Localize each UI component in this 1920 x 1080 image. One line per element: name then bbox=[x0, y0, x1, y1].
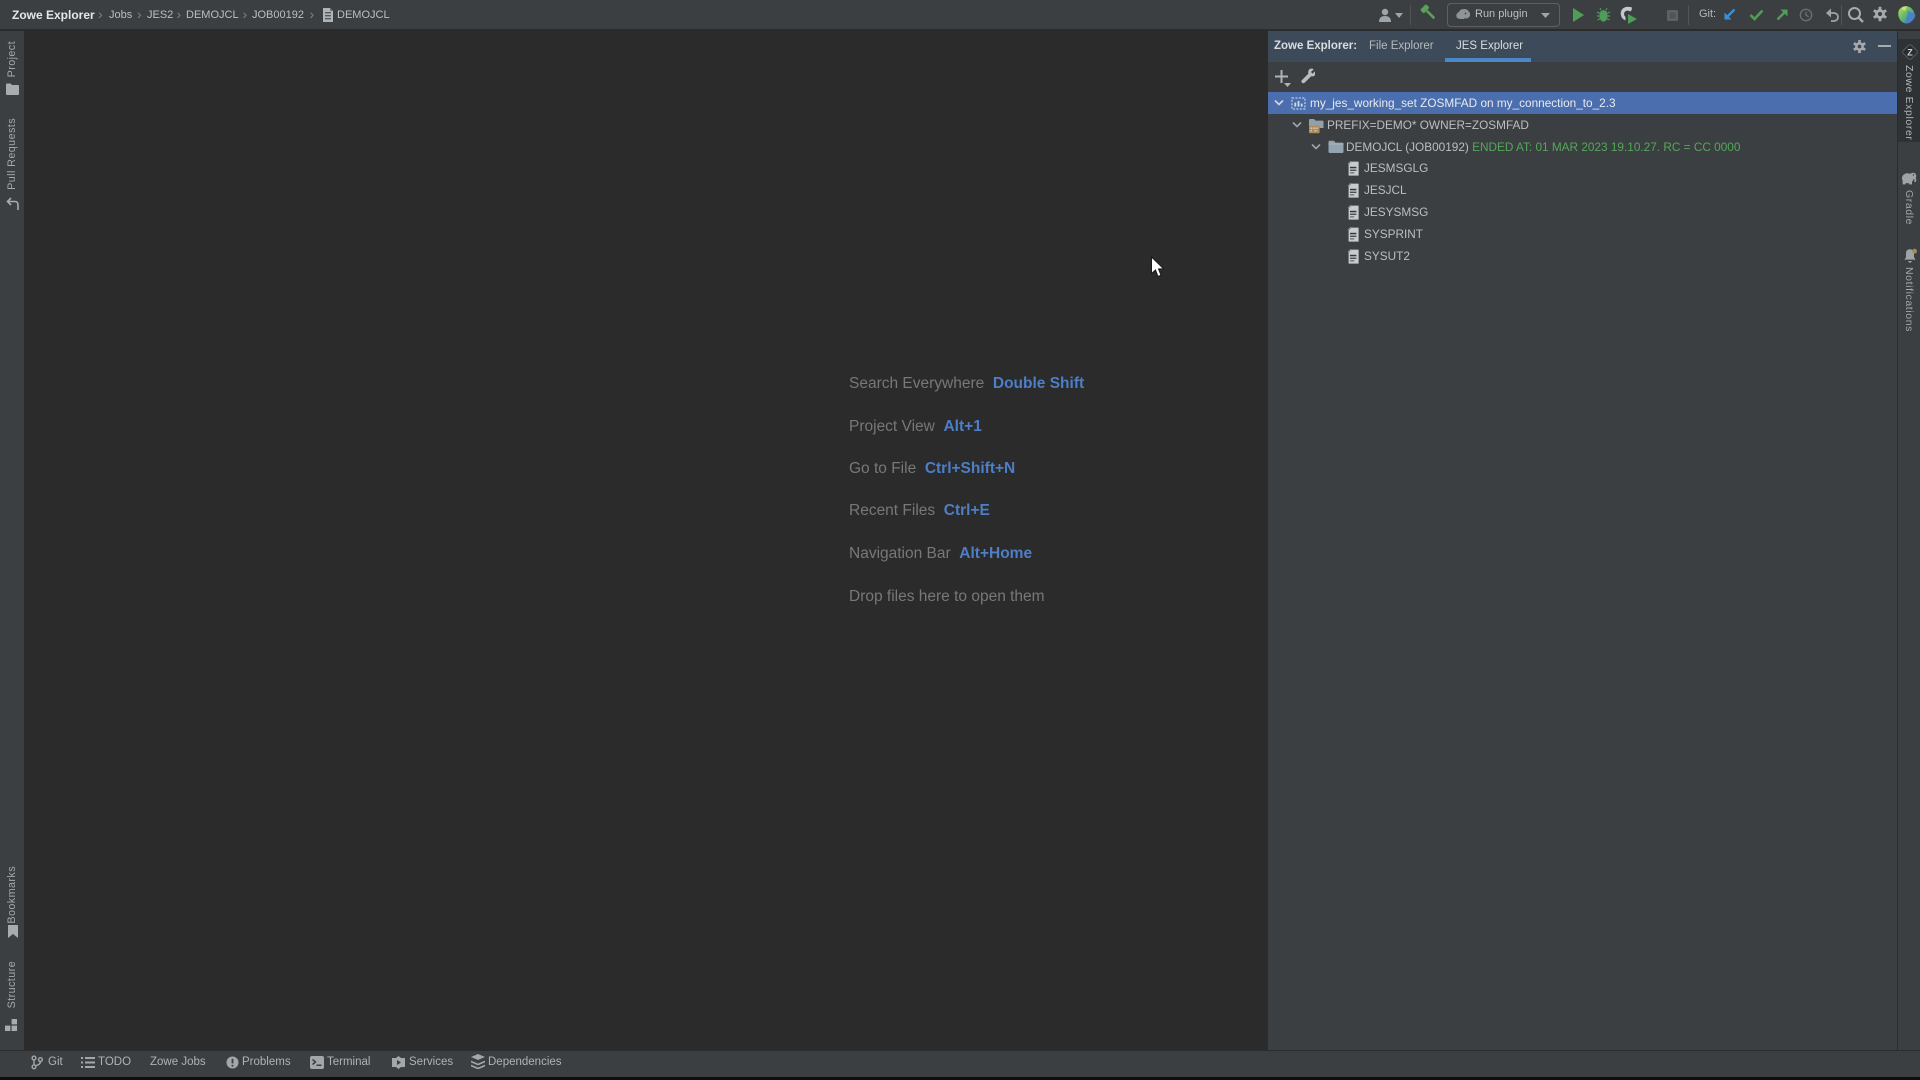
svg-text:Z: Z bbox=[1907, 47, 1913, 57]
